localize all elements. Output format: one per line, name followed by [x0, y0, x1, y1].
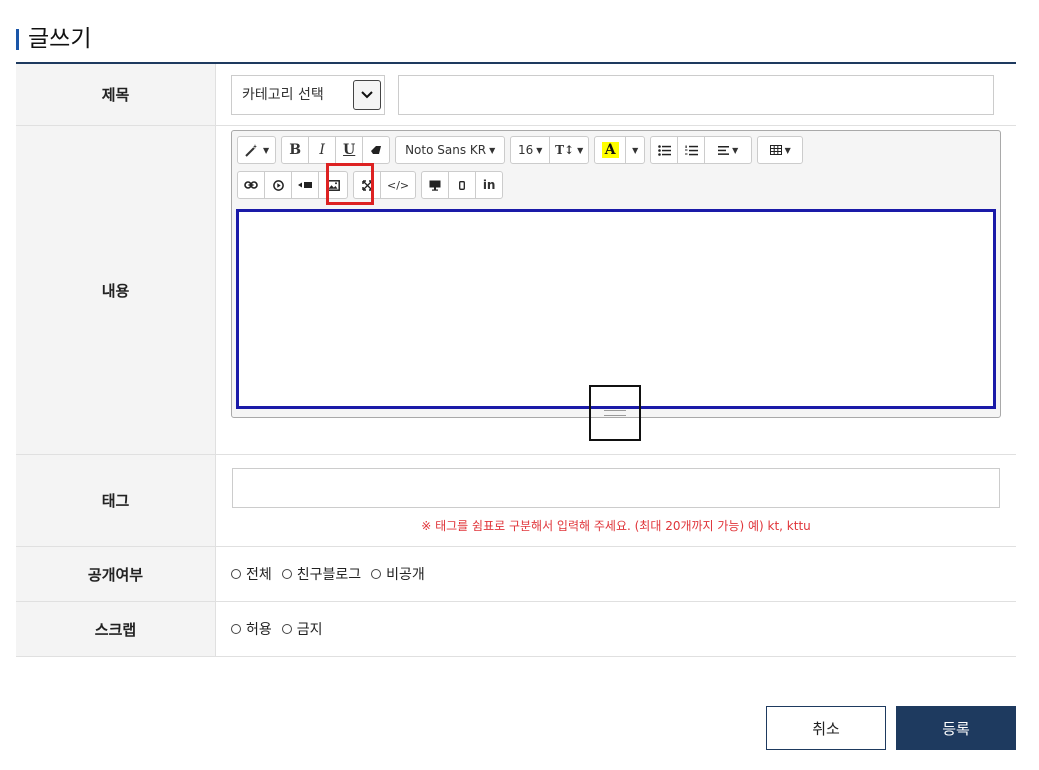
post-form: 제목 카테고리 선택 내용 ▼ B I U Noto Sans KR ▼ 16 …	[16, 62, 1016, 657]
table-icon	[769, 145, 782, 155]
visibility-option-friends[interactable]: 친구블로그	[281, 564, 361, 584]
page-title: 글쓰기	[16, 23, 91, 55]
bold-button[interactable]: B	[281, 136, 310, 164]
category-select[interactable]: 카테고리 선택	[231, 74, 385, 115]
radio-icon[interactable]	[281, 624, 292, 634]
ordered-list-button[interactable]	[677, 136, 706, 164]
caret-down-icon: ▼	[632, 145, 639, 155]
radio-icon[interactable]	[371, 569, 382, 579]
scrap-radio-group: 허용 금지	[231, 619, 333, 639]
resize-grip-icon[interactable]	[604, 410, 626, 416]
unordered-list-button[interactable]	[650, 136, 679, 164]
paragraph-align-dropdown[interactable]: ▼	[704, 136, 753, 164]
video-button[interactable]	[264, 171, 292, 199]
caret-down-icon: ▼	[263, 145, 270, 155]
code-view-button[interactable]: </>	[380, 171, 417, 199]
bullet-list-icon	[657, 144, 671, 156]
underline-button[interactable]: U	[335, 136, 364, 164]
numbered-list-icon	[684, 145, 698, 155]
editor-resize-handle-highlight[interactable]	[589, 385, 641, 441]
desktop-view-button[interactable]	[421, 171, 450, 199]
play-circle-icon	[272, 179, 284, 191]
content-label: 내용	[16, 126, 216, 454]
magic-wand-icon	[245, 144, 257, 157]
scrap-row: 스크랩 허용 금지	[16, 602, 1016, 657]
link-icon	[244, 181, 258, 189]
rich-text-editor: ▼ B I U Noto Sans KR ▼ 16 ▼ T↕ ▼ A ▼ ▼ ▼…	[231, 130, 1001, 441]
table-dropdown[interactable]: ▼	[757, 136, 804, 164]
scrap-option-allow[interactable]: 허용	[231, 619, 272, 639]
media-icon	[298, 182, 312, 188]
toolbar-row-1: ▼ B I U Noto Sans KR ▼ 16 ▼ T↕ ▼ A ▼ ▼ ▼	[237, 136, 808, 164]
title-input[interactable]	[398, 74, 994, 115]
eraser-icon	[371, 146, 382, 154]
tag-hint: ※ 태그를 쉼표로 구분해서 입력해 주세요. (최대 20개까지 가능) 예)…	[421, 518, 811, 533]
visibility-option-all[interactable]: 전체	[231, 564, 272, 584]
radio-icon[interactable]	[231, 624, 241, 634]
radio-icon[interactable]	[281, 569, 292, 579]
font-size-dropdown[interactable]: 16 ▼	[510, 136, 551, 164]
cancel-button[interactable]: 취소	[766, 706, 886, 750]
radio-icon[interactable]	[231, 569, 241, 579]
submit-button[interactable]: 등록	[896, 706, 1016, 750]
font-family-dropdown[interactable]: Noto Sans KR ▼	[395, 136, 506, 164]
visibility-radio-group: 전체 친구블로그 비공개	[231, 564, 435, 584]
caret-down-icon: ▼	[536, 145, 543, 155]
title-label: 제목	[16, 64, 216, 125]
visibility-option-private[interactable]: 비공개	[371, 564, 425, 584]
eraser-button[interactable]	[362, 136, 391, 164]
scrap-label: 스크랩	[16, 602, 216, 656]
align-icon	[718, 145, 730, 155]
italic-button[interactable]: I	[308, 136, 337, 164]
mobile-view-button[interactable]	[448, 171, 477, 199]
font-color-button[interactable]: A	[594, 136, 627, 164]
tag-input[interactable]	[232, 467, 1000, 508]
media-button[interactable]	[291, 171, 319, 199]
mobile-icon	[459, 180, 466, 190]
style-magic-button[interactable]: ▼	[237, 136, 277, 164]
caret-down-icon: ▼	[577, 145, 584, 155]
content-row: 내용 ▼ B I U Noto Sans KR ▼ 16 ▼ T↕ ▼ A ▼ …	[16, 126, 1016, 455]
category-select-input[interactable]: 카테고리 선택	[231, 74, 385, 115]
tag-row: 태그 ※ 태그를 쉼표로 구분해서 입력해 주세요. (최대 20개까지 가능)…	[16, 455, 1016, 547]
editor-content-area[interactable]	[236, 209, 996, 409]
linkedin-button[interactable]: in	[475, 171, 504, 199]
tag-label: 태그	[16, 455, 216, 546]
scrap-option-deny[interactable]: 금지	[281, 619, 323, 639]
font-color-dropdown[interactable]: ▼	[625, 136, 646, 164]
caret-down-icon: ▼	[489, 145, 496, 155]
caret-down-icon: ▼	[732, 145, 739, 155]
visibility-row: 공개여부 전체 친구블로그 비공개	[16, 547, 1016, 602]
caret-down-icon: ▼	[784, 145, 791, 155]
desktop-icon	[429, 180, 441, 191]
link-button[interactable]	[237, 171, 265, 199]
visibility-label: 공개여부	[16, 547, 216, 601]
title-row: 제목 카테고리 선택	[16, 64, 1016, 126]
linkedin-icon: in	[482, 178, 496, 192]
image-button-highlight	[326, 163, 374, 205]
line-height-dropdown[interactable]: T↕ ▼	[549, 136, 590, 164]
